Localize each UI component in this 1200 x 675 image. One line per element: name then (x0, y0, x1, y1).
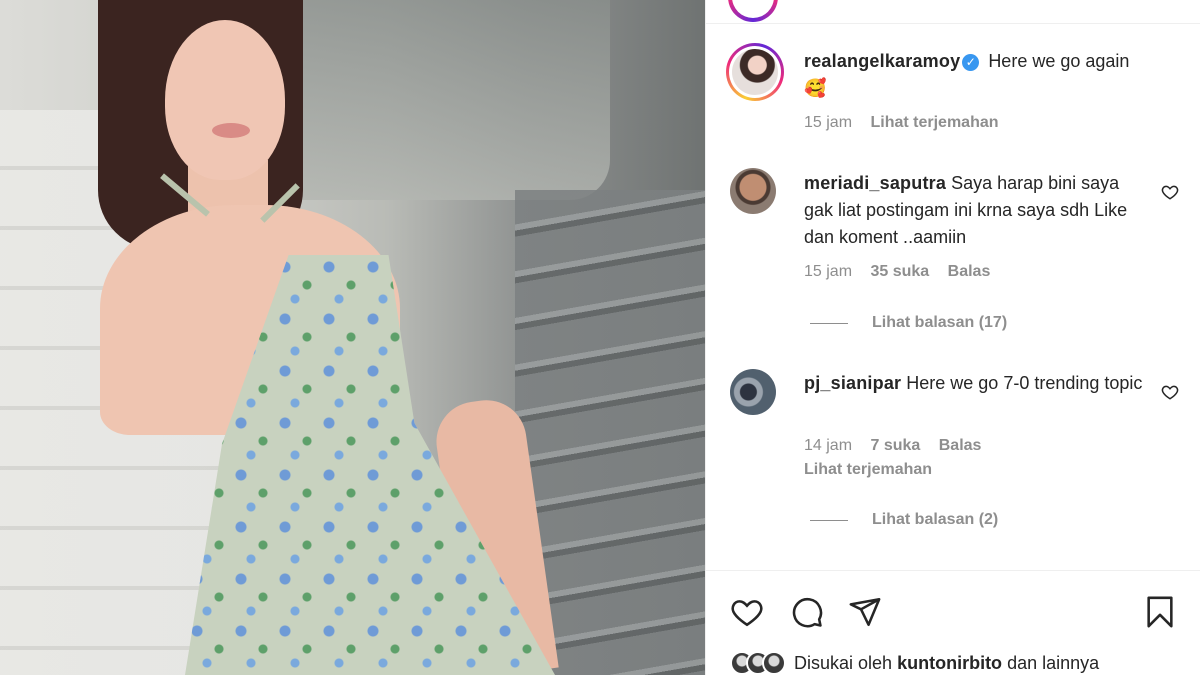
header-strip (706, 0, 1200, 24)
liked-by: Disukai oleh kuntonirbito dan lainnya (730, 651, 1099, 675)
action-bar: Disukai oleh kuntonirbito dan lainnya (706, 570, 1200, 675)
comment-meta: 14 jam 7 suka Balas (804, 437, 995, 455)
post-photo[interactable] (0, 0, 705, 675)
send-icon[interactable] (848, 595, 882, 629)
translate-link[interactable]: Lihat terjemahan (804, 461, 932, 478)
liked-by-suffix: dan lainnya (1007, 652, 1100, 673)
comment-username[interactable]: pj_sianipar (804, 373, 901, 393)
heart-icon[interactable] (730, 595, 764, 629)
bookmark-icon[interactable] (1143, 595, 1177, 629)
comment-time[interactable]: 14 jam (804, 437, 852, 454)
comment-likes[interactable]: 35 suka (870, 263, 929, 280)
header-avatar[interactable] (728, 0, 778, 22)
comment: meriadi_saputra Saya harap bini saya gak… (804, 170, 1144, 251)
comment-like-heart-icon[interactable] (1161, 183, 1179, 201)
commenter-avatar[interactable] (730, 168, 776, 214)
liked-by-user[interactable]: kuntonirbito (897, 653, 1002, 673)
liker-avatar[interactable] (762, 651, 786, 675)
model-lips (212, 123, 250, 138)
replies-divider (810, 322, 848, 324)
verified-badge-icon: ✓ (962, 54, 980, 71)
comment-meta: 15 jam 35 suka Balas (804, 263, 1004, 281)
author-avatar[interactable] (726, 43, 784, 101)
translate-link[interactable]: Lihat terjemahan (870, 114, 998, 131)
comment-icon[interactable] (790, 595, 824, 629)
comment-text: Here we go 7-0 trending topic (906, 373, 1143, 393)
comment-time[interactable]: 15 jam (804, 263, 852, 280)
reply-button[interactable]: Balas (948, 263, 991, 280)
reply-button[interactable]: Balas (939, 437, 982, 454)
caption-username[interactable]: realangelkaramoy (804, 51, 960, 71)
view-replies-label[interactable]: Lihat balasan (2) (872, 511, 998, 529)
model-face (165, 20, 285, 180)
post-caption: realangelkaramoy ✓ Here we go again 🥰 (804, 48, 1134, 102)
comment-translate: Lihat terjemahan (804, 461, 946, 479)
comment-like-heart-icon[interactable] (1161, 383, 1179, 401)
caption-meta: 15 jam Lihat terjemahan (804, 114, 1013, 132)
view-replies-label[interactable]: Lihat balasan (17) (872, 314, 1007, 332)
background-building (280, 0, 610, 200)
liked-by-text: Disukai oleh kuntonirbito dan lainnya (794, 653, 1099, 674)
comment-username[interactable]: meriadi_saputra (804, 173, 946, 193)
caption-time[interactable]: 15 jam (804, 114, 852, 131)
replies-divider (810, 519, 848, 521)
post-side-panel: realangelkaramoy ✓ Here we go again 🥰 15 … (705, 0, 1200, 675)
liked-by-prefix: Disukai oleh (794, 652, 893, 673)
view-replies[interactable]: Lihat balasan (17) (810, 314, 1007, 332)
comment-likes[interactable]: 7 suka (870, 437, 920, 454)
view-replies[interactable]: Lihat balasan (2) (810, 511, 998, 529)
comment: pj_sianipar Here we go 7-0 trending topi… (804, 370, 1144, 397)
commenter-avatar[interactable] (730, 369, 776, 415)
